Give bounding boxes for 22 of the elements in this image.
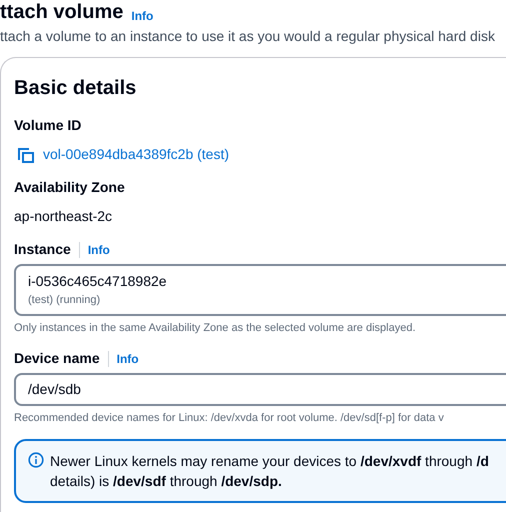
field-value: ap-northeast-2c bbox=[14, 207, 112, 226]
page-description: ttach a volume to an instance to use it as you would a regular physical hard disk bbox=[0, 27, 495, 46]
instance-select[interactable]: i-0536c465c4718982e (test) (running) bbox=[14, 264, 506, 316]
field-hint: Recommended device names for Linux: /dev/xvda for root volume. /dev/sd[f-p] for data v bbox=[14, 411, 444, 426]
select-description: (test) (running) bbox=[28, 293, 100, 308]
alert-text: Newer Linux kernels may rename your devices to /dev/xvdf through /d bbox=[50, 452, 489, 470]
info-link[interactable]: Info bbox=[116, 350, 139, 368]
device-name-input[interactable]: /dev/sdb bbox=[14, 373, 506, 406]
alert-text: details) is /dev/sdf through /dev/sdp. bbox=[50, 472, 282, 490]
page-title: ttach volume bbox=[0, 1, 124, 23]
volume-id-text: vol-00e894dba4389fc2b (test) bbox=[43, 145, 230, 164]
field-label: Instance bbox=[14, 240, 71, 259]
section-title: Basic details bbox=[14, 76, 136, 101]
info-icon bbox=[28, 452, 44, 468]
copy-icon[interactable] bbox=[17, 146, 35, 162]
info-link[interactable]: Info bbox=[131, 9, 154, 23]
info-link[interactable]: Info bbox=[88, 240, 110, 258]
field-label: Availability Zone bbox=[14, 178, 125, 197]
select-value: i-0536c465c4718982e bbox=[28, 272, 167, 291]
field-label: Device name bbox=[14, 349, 100, 368]
field-label: Volume ID bbox=[14, 116, 82, 135]
field-hint: Only instances in the same Availability Zone as the selected volume are displayed. bbox=[14, 320, 416, 336]
